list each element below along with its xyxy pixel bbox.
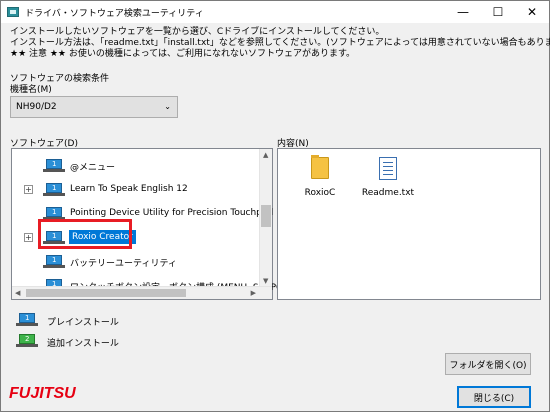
expand-icon[interactable]: + <box>24 185 33 194</box>
open-folder-button[interactable]: フォルダを開く(O) <box>445 353 531 375</box>
preinstall-legend-label: プレインストール <box>47 318 119 328</box>
tree-item-label: Pointing Device Utility for Precision To… <box>70 208 274 218</box>
preinstall-laptop-icon: 1 <box>43 255 65 269</box>
tree-item-label: Learn To Speak English 12 <box>70 184 188 194</box>
tree-item[interactable]: + 1 Learn To Speak English 12 <box>12 181 270 199</box>
file-item[interactable]: Readme.txt <box>358 157 418 198</box>
scroll-thumb[interactable] <box>261 205 271 227</box>
file-name: RoxioC <box>304 188 336 198</box>
scroll-left-icon[interactable]: ◀ <box>15 289 20 297</box>
scroll-thumb[interactable] <box>26 289 186 297</box>
folder-item[interactable]: RoxioC <box>290 155 350 198</box>
expand-icon[interactable]: + <box>24 233 33 242</box>
preinstall-legend-icon: 1 <box>16 313 38 327</box>
title-bar: ドライバ・ソフトウェア検索ユーティリティ — ☐ ✕ <box>1 1 549 23</box>
app-window: ドライバ・ソフトウェア検索ユーティリティ — ☐ ✕ インストールしたいソフトウ… <box>0 0 550 412</box>
tree-item[interactable]: 1 バッテリーユーティリティ <box>12 253 270 271</box>
model-select-value: NH90/D2 <box>16 102 57 112</box>
preinstall-laptop-icon: 1 <box>43 183 65 197</box>
additional-legend-label: 追加インストール <box>47 339 119 349</box>
close-button[interactable]: 閉じる(C) <box>457 386 531 408</box>
instruction-line-1: インストールしたいソフトウェアを一覧から選び、Cドライブにインストールしてくださ… <box>10 27 385 37</box>
model-select[interactable]: NH90/D2 ⌄ <box>10 96 178 118</box>
instruction-line-2: インストール方法は、「readme.txt」「install.txt」などを参照… <box>10 38 550 48</box>
chevron-down-icon: ⌄ <box>164 102 171 111</box>
model-label: 機種名(M) <box>10 85 52 95</box>
tree-item-label: @メニュー <box>70 163 116 173</box>
tree-vertical-scrollbar[interactable]: ▲ ▼ <box>259 149 272 299</box>
fujitsu-logo: FUJITSU <box>9 385 76 402</box>
additional-legend-icon: 2 <box>16 334 38 348</box>
window-title: ドライバ・ソフトウェア検索ユーティリティ <box>25 8 204 19</box>
app-icon <box>7 7 19 17</box>
preinstall-laptop-icon: 1 <box>43 159 65 173</box>
text-file-icon <box>379 157 397 180</box>
maximize-button[interactable]: ☐ <box>481 1 515 23</box>
instruction-line-3: ★★ 注意 ★★ お使いの機種によっては、ご利用になれないソフトウェアがあります… <box>10 49 356 59</box>
close-window-button[interactable]: ✕ <box>515 1 549 23</box>
scroll-down-icon[interactable]: ▼ <box>263 277 268 285</box>
scroll-up-icon[interactable]: ▲ <box>263 151 268 159</box>
highlight-box <box>38 219 132 249</box>
contents-panel[interactable]: RoxioC Readme.txt <box>277 148 541 300</box>
minimize-button[interactable]: — <box>446 1 480 23</box>
tree-horizontal-scrollbar[interactable]: ◀ ▶ <box>12 286 272 299</box>
tree-item[interactable]: 1 @メニュー <box>12 157 270 175</box>
file-name: Readme.txt <box>361 188 415 198</box>
tree-item-label: バッテリーユーティリティ <box>70 259 177 269</box>
folder-icon <box>311 155 329 179</box>
scroll-right-icon[interactable]: ▶ <box>251 289 256 297</box>
